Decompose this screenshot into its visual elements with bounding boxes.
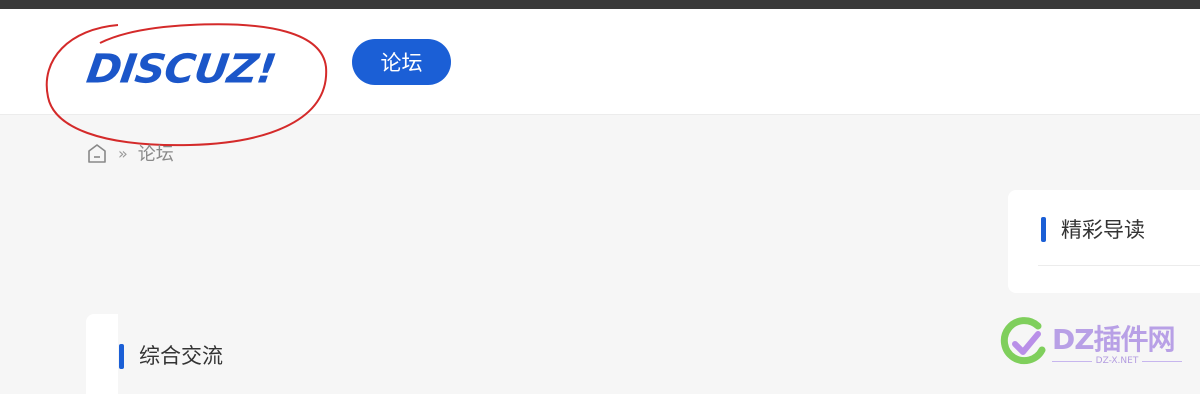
- site-logo[interactable]: DISCUZ!: [40, 19, 340, 159]
- logo-text: DISCUZ!: [83, 45, 279, 92]
- nav-forum-button[interactable]: 论坛: [352, 39, 451, 85]
- section-accent-bar: [1041, 217, 1046, 242]
- watermark-subtext: DZ-X.NET: [1095, 356, 1139, 366]
- watermark-logo-icon: [1000, 317, 1046, 365]
- featured-reading-title: 精彩导读: [1061, 218, 1145, 242]
- general-discussion-card: [86, 314, 124, 394]
- watermark-subtext-row: DZ-X.NET: [1052, 356, 1182, 366]
- section-accent-bar: [119, 344, 124, 369]
- divider: [1038, 265, 1200, 266]
- watermark: DZ插件网 DZ-X.NET: [998, 312, 1194, 378]
- general-discussion-title: 综合交流: [139, 344, 223, 368]
- breadcrumb-separator: »: [118, 143, 128, 163]
- watermark-text: DZ插件网: [1052, 323, 1176, 356]
- nav-forum-label: 论坛: [380, 51, 423, 75]
- home-icon[interactable]: [86, 142, 108, 164]
- window-top-bar: [0, 0, 1200, 9]
- breadcrumb: » 论坛: [86, 141, 174, 165]
- breadcrumb-item-forum[interactable]: 论坛: [138, 140, 174, 166]
- site-header: DISCUZ! 论坛: [0, 9, 1200, 147]
- featured-reading-card: 精彩导读: [1008, 190, 1200, 293]
